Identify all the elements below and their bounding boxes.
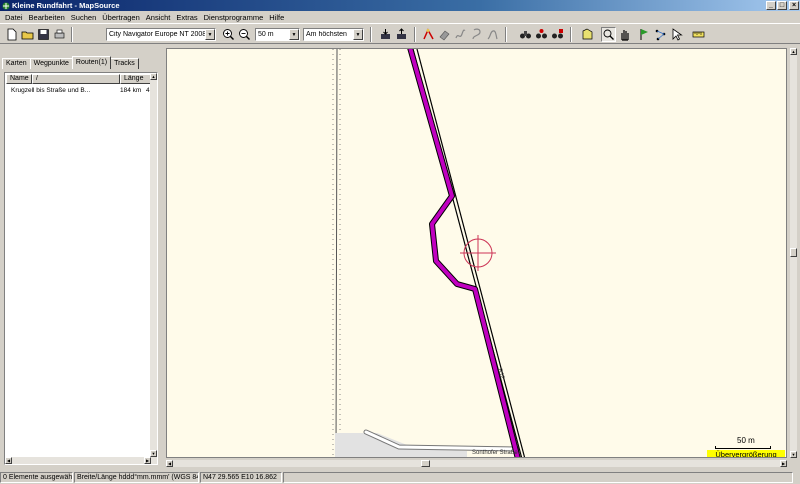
hand-tool-icon[interactable] (617, 27, 632, 42)
scale-bar (715, 446, 771, 449)
tab-wegpunkte[interactable]: Wegpunkte (29, 58, 73, 69)
railway-line (335, 49, 338, 457)
route-length: 184 km (120, 87, 142, 94)
column-header-sort[interactable]: / (32, 74, 120, 84)
waypoint-flag-icon[interactable] (637, 27, 652, 42)
scroll-left-icon[interactable]: ◀ (166, 460, 173, 467)
column-header-name[interactable]: Name (6, 74, 32, 84)
menu-uebertragen[interactable]: Übertragen (99, 13, 143, 22)
status-coordinate-format: Breite/Länge hddd°mm.mmm' (WGS 84) (74, 471, 199, 483)
menu-suchen[interactable]: Suchen (68, 13, 99, 22)
menu-extras[interactable]: Extras (173, 13, 200, 22)
map-canvas[interactable]: B12 Sonthofer Straße 50 m Übervergrößeru… (166, 48, 787, 458)
new-file-icon[interactable] (4, 27, 19, 42)
overzoom-badge: Übervergrößerung (707, 450, 785, 457)
map-horizontal-scrollbar[interactable]: ◀ ▶ (166, 460, 787, 467)
title-bar[interactable]: Kleine Rundfahrt - MapSource _ □ × (0, 0, 800, 11)
tab-strip: Karten Wegpunkte Routen(1) Tracks (2, 56, 139, 69)
window-title: Kleine Rundfahrt - MapSource (12, 1, 120, 10)
scroll-up-icon[interactable]: ▲ (790, 48, 797, 55)
column-header-length[interactable]: Länge (120, 74, 152, 84)
status-bar: 0 Elemente ausgewählt Breite/Länge hddd°… (0, 470, 800, 484)
map-product-value: City Navigator Europe NT 2008 (109, 31, 205, 38)
menu-bar: Datei Bearbeiten Suchen Übertragen Ansic… (0, 11, 800, 23)
street-label: Sonthofer Straße (472, 450, 518, 456)
find-binoculars-icon[interactable] (518, 27, 533, 42)
mapsource-window: Kleine Rundfahrt - MapSource _ □ × Datei… (0, 0, 800, 484)
scroll-right-icon[interactable]: ▶ (780, 460, 787, 467)
route-points-icon[interactable] (653, 27, 668, 42)
zoom-tool-icon[interactable] (601, 27, 616, 42)
find-nearby-icon[interactable] (534, 27, 549, 42)
save-icon[interactable] (36, 27, 51, 42)
scroll-down-icon[interactable]: ▼ (790, 451, 797, 458)
tab-tracks[interactable]: Tracks (110, 58, 139, 69)
zoom-level-value: 50 m (258, 31, 274, 38)
route-curve-icon[interactable] (469, 27, 484, 42)
chevron-down-icon: ▼ (289, 29, 299, 40)
map-horizontal-thumb[interactable] (421, 460, 430, 467)
status-empty (283, 471, 793, 483)
tab-karten[interactable]: Karten (2, 58, 31, 69)
scale-label: 50 m (737, 436, 755, 445)
map-product-select[interactable]: City Navigator Europe NT 2008 ▼ (106, 28, 216, 41)
detail-level-value: Am höchsten (306, 31, 347, 38)
route-tool-icon[interactable] (421, 27, 436, 42)
zoom-level-select[interactable]: 50 m ▼ (255, 28, 300, 41)
draw-track-icon[interactable] (453, 27, 468, 42)
toolbar: City Navigator Europe NT 2008 ▼ 50 m ▼ A… (0, 23, 800, 44)
route-name: Krugzell bis Straße und B... (11, 87, 91, 94)
path-icon[interactable] (485, 27, 500, 42)
map-vertical-scrollbar[interactable]: ▲ ▼ (790, 48, 797, 458)
menu-bearbeiten[interactable]: Bearbeiten (26, 13, 68, 22)
receive-from-device-icon[interactable] (378, 27, 393, 42)
list-vertical-scrollbar[interactable]: ▲ ▼ (150, 73, 157, 464)
zoom-out-icon[interactable] (237, 27, 252, 42)
open-folder-icon[interactable] (20, 27, 35, 42)
list-header: Name / Länge (6, 74, 152, 84)
tab-routen[interactable]: Routen(1) (71, 56, 112, 69)
chevron-down-icon: ▼ (205, 29, 215, 40)
close-button[interactable]: × (789, 1, 799, 10)
scroll-left-icon[interactable]: ◀ (5, 457, 12, 464)
map-drawing: B12 (332, 49, 526, 457)
left-panel: Karten Wegpunkte Routen(1) Tracks Name /… (0, 45, 162, 469)
scroll-down-icon[interactable]: ▼ (150, 450, 157, 457)
map-vertical-thumb[interactable] (790, 248, 797, 257)
status-selection: 0 Elemente ausgewählt (0, 471, 73, 483)
print-icon[interactable] (52, 27, 67, 42)
routes-list[interactable]: Name / Länge Krugzell bis Straße und B..… (4, 72, 158, 465)
menu-dienstprogramme[interactable]: Dienstprogramme (201, 13, 267, 22)
menu-datei[interactable]: Datei (2, 13, 26, 22)
scroll-right-icon[interactable]: ▶ (144, 457, 151, 464)
table-row[interactable]: Krugzell bis Straße und B... 184 km 4 (6, 86, 152, 96)
detail-level-select[interactable]: Am höchsten ▼ (303, 28, 364, 41)
send-to-device-icon[interactable] (394, 27, 409, 42)
chevron-down-icon: ▼ (353, 29, 363, 40)
status-position: N47 29.565 E10 16.862 (200, 471, 282, 483)
maximize-button[interactable]: □ (777, 1, 787, 10)
map-select-icon[interactable] (580, 27, 595, 42)
zoom-in-icon[interactable] (221, 27, 236, 42)
select-arrow-icon[interactable] (669, 27, 684, 42)
app-icon (1, 1, 10, 10)
measure-ruler-icon[interactable] (691, 27, 706, 42)
menu-hilfe[interactable]: Hilfe (266, 13, 287, 22)
minimize-button[interactable]: _ (766, 1, 776, 10)
list-horizontal-scrollbar[interactable]: ◀ ▶ (5, 457, 151, 464)
menu-ansicht[interactable]: Ansicht (143, 13, 174, 22)
find-address-icon[interactable] (550, 27, 565, 42)
scroll-up-icon[interactable]: ▲ (150, 73, 157, 80)
map-frame: B12 Sonthofer Straße 50 m Übervergrößeru… (163, 45, 800, 469)
eraser-icon[interactable] (437, 27, 452, 42)
